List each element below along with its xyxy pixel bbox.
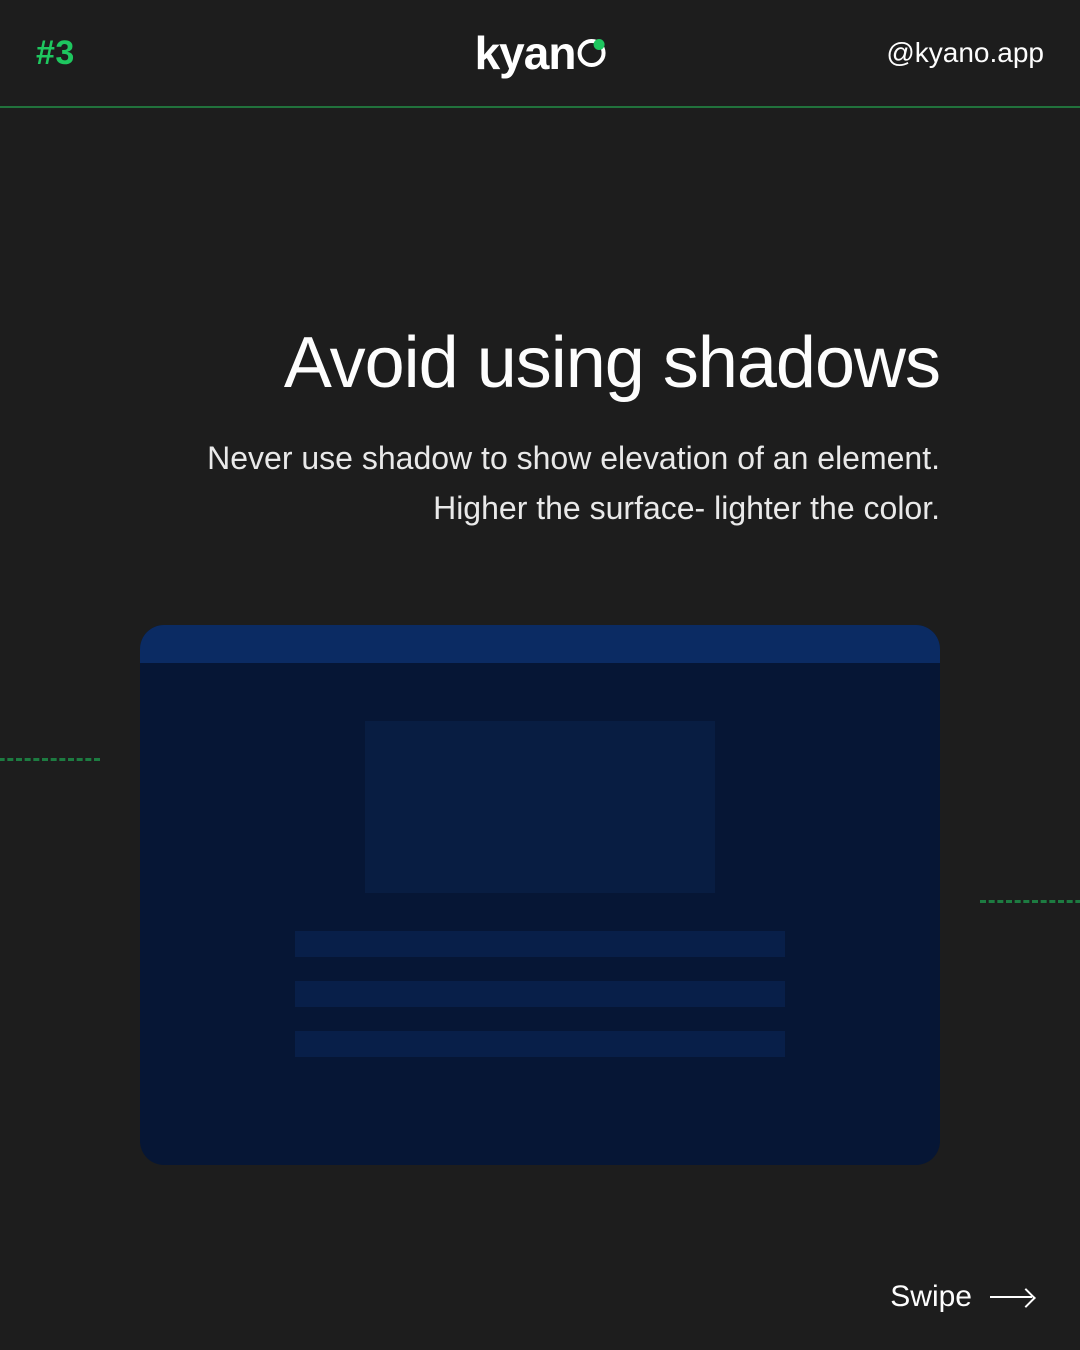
- brand-logo: kyan: [475, 30, 606, 76]
- slide-header: #3 kyan @kyano.app: [0, 0, 1080, 108]
- placeholder-text-line: [295, 981, 785, 1007]
- logo-text: kyan: [475, 30, 576, 76]
- page-title: Avoid using shadows: [0, 322, 940, 404]
- illustration-card: [140, 625, 940, 1165]
- card-titlebar: [140, 625, 940, 663]
- main-text-block: Avoid using shadows Never use shadow to …: [0, 322, 940, 533]
- social-handle: @kyano.app: [886, 37, 1044, 69]
- arrow-right-icon: [990, 1296, 1032, 1298]
- card-body: [140, 663, 940, 1165]
- guide-dash-left: [0, 758, 100, 761]
- placeholder-text-line: [295, 1031, 785, 1057]
- logo-o-icon: [577, 39, 605, 67]
- placeholder-image-block: [365, 721, 715, 893]
- page-subtitle-line2: Higher the surface- lighter the color.: [0, 484, 940, 534]
- swipe-label: Swipe: [890, 1280, 972, 1314]
- slide-number: #3: [36, 34, 75, 73]
- page-subtitle-line1: Never use shadow to show elevation of an…: [0, 434, 940, 484]
- guide-dash-right: [980, 900, 1080, 903]
- placeholder-text-line: [295, 931, 785, 957]
- swipe-prompt[interactable]: Swipe: [890, 1280, 1032, 1314]
